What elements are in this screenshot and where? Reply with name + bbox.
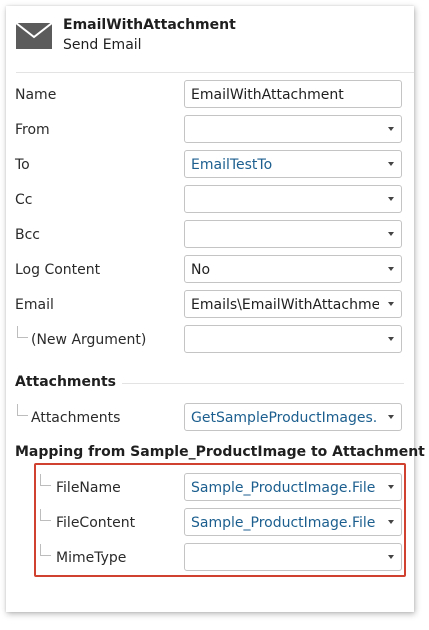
- property-row-log-content: Log Content No: [6, 255, 414, 285]
- widget-name: EmailWithAttachment: [63, 17, 236, 33]
- filecontent-value: Sample_ProductImage.File: [191, 515, 376, 531]
- tree-connector: [40, 544, 51, 556]
- tree-connector: [17, 404, 28, 416]
- bcc-label: Bcc: [15, 227, 40, 243]
- mapping-row-mimetype: MimeType: [6, 543, 414, 573]
- bcc-select[interactable]: [184, 220, 402, 248]
- chevron-down-icon: [388, 485, 394, 489]
- properties-panel: EmailWithAttachment Send Email Name Emai…: [6, 6, 425, 612]
- section-divider: [122, 383, 404, 384]
- panel-header: EmailWithAttachment Send Email: [6, 6, 414, 64]
- chevron-down-icon: [388, 302, 394, 306]
- chevron-down-icon: [388, 555, 394, 559]
- chevron-down-icon: [388, 127, 394, 131]
- email-select[interactable]: Emails\EmailWithAttachme: [184, 290, 402, 318]
- chevron-down-icon: [388, 337, 394, 341]
- name-value: EmailWithAttachment: [191, 87, 344, 103]
- new-argument-select[interactable]: [184, 325, 402, 353]
- mimetype-label: MimeType: [56, 550, 127, 566]
- mapping-row-filecontent: FileContent Sample_ProductImage.File: [6, 508, 414, 538]
- email-value: Emails\EmailWithAttachme: [191, 297, 379, 313]
- chevron-down-icon: [388, 267, 394, 271]
- attachments-section-title: Attachments: [15, 374, 117, 390]
- log-content-label: Log Content: [15, 262, 101, 278]
- chevron-down-icon: [388, 232, 394, 236]
- email-label: Email: [15, 297, 54, 313]
- mimetype-select[interactable]: [184, 543, 402, 571]
- attachments-label: Attachments: [31, 410, 121, 426]
- to-value: EmailTestTo: [191, 157, 273, 173]
- tree-connector: [17, 326, 28, 338]
- tree-connector: [40, 474, 51, 486]
- filecontent-label: FileContent: [56, 515, 136, 531]
- to-label: To: [15, 157, 30, 173]
- from-label: From: [15, 122, 50, 138]
- filename-select[interactable]: Sample_ProductImage.File: [184, 473, 402, 501]
- chevron-down-icon: [388, 197, 394, 201]
- filecontent-select[interactable]: Sample_ProductImage.File: [184, 508, 402, 536]
- property-row-new-argument: (New Argument): [6, 325, 414, 355]
- header-divider: [16, 72, 414, 73]
- log-content-select[interactable]: No: [184, 255, 402, 283]
- log-content-value: No: [191, 262, 211, 278]
- widget-type: Send Email: [63, 37, 142, 53]
- mapping-section-title: Mapping from Sample_ProductImage to Atta…: [15, 444, 425, 460]
- property-row-bcc: Bcc: [6, 220, 414, 250]
- filename-label: FileName: [56, 480, 121, 496]
- property-row-attachments: Attachments GetSampleProductImages.: [6, 403, 414, 433]
- tree-connector: [40, 509, 51, 521]
- name-input[interactable]: EmailWithAttachment: [184, 80, 402, 108]
- new-argument-label: (New Argument): [31, 332, 147, 348]
- from-select[interactable]: [184, 115, 402, 143]
- chevron-down-icon: [388, 415, 394, 419]
- property-row-cc: Cc: [6, 185, 414, 215]
- attachments-value: GetSampleProductImages.: [191, 410, 378, 426]
- property-row-from: From: [6, 115, 414, 145]
- cc-label: Cc: [15, 192, 33, 208]
- chevron-down-icon: [388, 520, 394, 524]
- filename-value: Sample_ProductImage.File: [191, 480, 376, 496]
- mapping-row-filename: FileName Sample_ProductImage.File: [6, 473, 414, 503]
- name-label: Name: [15, 87, 57, 103]
- property-row-email: Email Emails\EmailWithAttachme: [6, 290, 414, 320]
- cc-select[interactable]: [184, 185, 402, 213]
- property-row-name: Name EmailWithAttachment: [6, 80, 414, 110]
- property-row-to: To EmailTestTo: [6, 150, 414, 180]
- to-select[interactable]: EmailTestTo: [184, 150, 402, 178]
- envelope-icon: [16, 23, 52, 49]
- chevron-down-icon: [388, 162, 394, 166]
- attachments-select[interactable]: GetSampleProductImages.: [184, 403, 402, 431]
